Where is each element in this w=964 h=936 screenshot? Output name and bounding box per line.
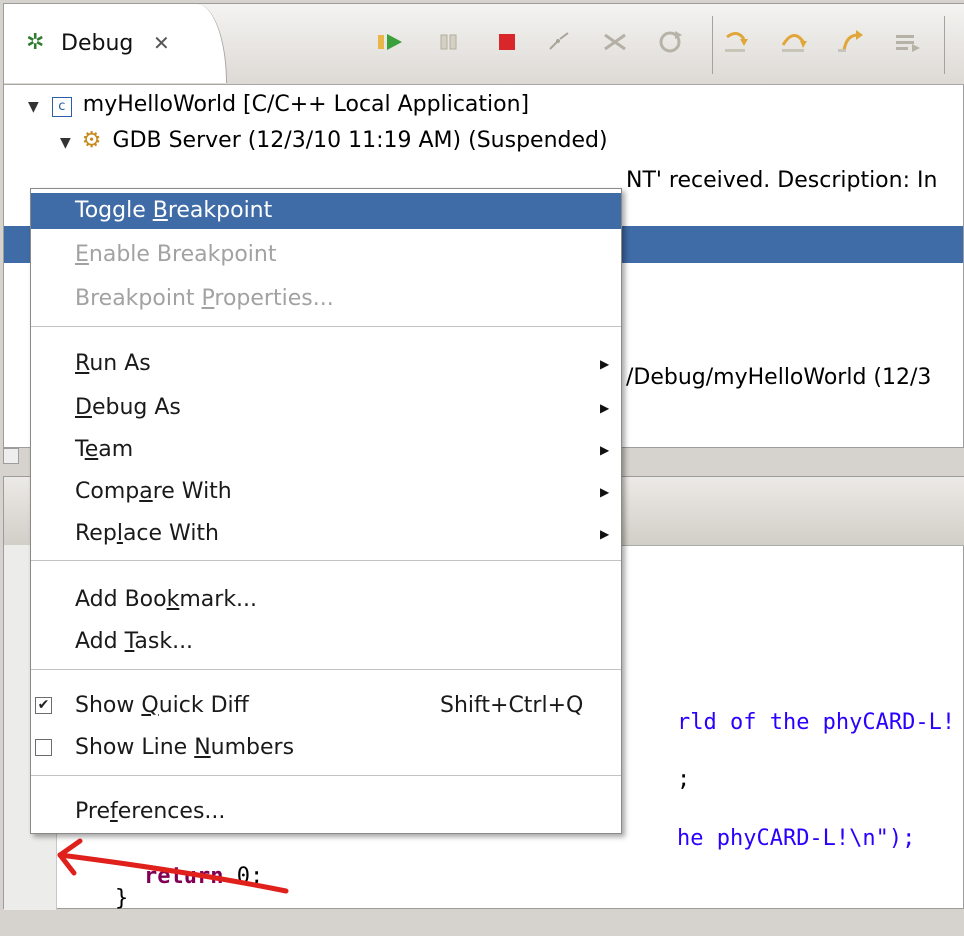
menu-item-label: Team: [75, 437, 134, 462]
close-tab-icon[interactable]: ✕: [153, 31, 170, 55]
step-over-icon[interactable]: [779, 27, 809, 57]
suspend-icon[interactable]: [434, 27, 464, 57]
minimized-view-stub: [3, 448, 19, 464]
menu-item-show-line-numbers[interactable]: Show Line Numbers: [31, 730, 621, 766]
tab-debug-label: Debug: [61, 31, 134, 56]
menu-item-preferences[interactable]: Preferences...: [31, 794, 621, 830]
expand-toggle-icon[interactable]: ▼: [28, 99, 39, 115]
debug-view-toolbar: ✲ Debug ✕: [4, 4, 964, 85]
step-return-icon[interactable]: [836, 27, 866, 57]
expand-toggle-icon[interactable]: ▼: [60, 135, 71, 151]
menu-separator: [31, 775, 621, 776]
ruler-context-menu: Toggle Breakpoint Enable Breakpoint Brea…: [30, 188, 622, 834]
checkbox-unchecked-icon[interactable]: [35, 739, 52, 756]
string-literal: rld of the phyCARD-L!: [676, 710, 956, 735]
tab-debug[interactable]: ✲ Debug ✕: [4, 4, 227, 83]
c-application-icon: c: [51, 97, 72, 117]
menu-item-label: Run As: [75, 351, 151, 376]
tree-item-launch-label: myHelloWorld [C/C++ Local Application]: [82, 92, 530, 117]
debug-perspective-icon: ✲: [26, 30, 45, 55]
menu-item-label: Show Quick Diff: [75, 693, 249, 718]
resume-icon[interactable]: [376, 27, 406, 57]
menu-item-toggle-breakpoint[interactable]: Toggle Breakpoint: [31, 193, 621, 229]
menu-item-shortcut: Shift+Ctrl+Q: [440, 693, 584, 718]
menu-item-label: Debug As: [75, 395, 181, 420]
menu-item-label: Replace With: [75, 521, 219, 546]
menu-item-run-as[interactable]: Run As ▶: [31, 346, 621, 382]
drop-to-frame-icon[interactable]: [892, 27, 922, 57]
tree-item-process[interactable]: /Debug/myHelloWorld (12/3: [626, 360, 931, 396]
tree-item-thread[interactable]: NT' received. Description: In: [626, 163, 937, 199]
submenu-arrow-icon: ▶: [600, 485, 610, 499]
menu-item-breakpoint-properties[interactable]: Breakpoint Properties...: [31, 281, 621, 317]
code-line: he phyCARD-L!\n");: [624, 801, 915, 876]
checkbox-checked-icon[interactable]: ✔: [35, 697, 52, 714]
gdb-server-icon: ⚙: [81, 128, 102, 153]
toolbar-separator: [944, 16, 945, 74]
step-into-icon[interactable]: [722, 27, 752, 57]
menu-item-replace-with[interactable]: Replace With ▶: [31, 516, 621, 552]
submenu-arrow-icon: ▶: [600, 443, 610, 457]
menu-item-label: Preferences...: [75, 799, 226, 824]
menu-item-label: Add Bookmark...: [75, 587, 258, 612]
submenu-arrow-icon: ▶: [600, 527, 610, 541]
annotation-arrow: [57, 838, 289, 894]
menu-separator: [31, 669, 621, 670]
menu-separator: [31, 560, 621, 561]
menu-item-label: Add Task...: [75, 629, 194, 654]
menu-item-add-task[interactable]: Add Task...: [31, 624, 621, 660]
disconnect-icon[interactable]: [544, 27, 574, 57]
menu-item-label: Show Line Numbers: [75, 735, 295, 760]
tree-item-debugger[interactable]: ▼ ⚙ GDB Server (12/3/10 11:19 AM) (Suspe…: [60, 123, 608, 159]
tree-item-launch[interactable]: ▼ c myHelloWorld [C/C++ Local Applicatio…: [28, 87, 529, 123]
relaunch-icon[interactable]: [655, 27, 685, 57]
menu-item-label: Breakpoint Properties...: [75, 286, 334, 311]
menu-item-team[interactable]: Team ▶: [31, 432, 621, 468]
string-literal: he phyCARD-L!\n");: [676, 826, 916, 851]
tree-item-debugger-label: GDB Server (12/3/10 11:19 AM) (Suspended…: [112, 128, 608, 153]
menu-item-label: Enable Breakpoint: [75, 242, 277, 267]
menu-item-show-quick-diff[interactable]: ✔ Show Quick Diff Shift+Ctrl+Q: [31, 688, 621, 724]
menu-item-add-bookmark[interactable]: Add Bookmark...: [31, 582, 621, 618]
menu-separator: [31, 326, 621, 327]
submenu-arrow-icon: ▶: [600, 357, 610, 371]
menu-item-label: Compare With: [75, 479, 232, 504]
submenu-arrow-icon: ▶: [600, 401, 610, 415]
menu-item-enable-breakpoint[interactable]: Enable Breakpoint: [31, 237, 621, 273]
menu-item-label: Toggle Breakpoint: [75, 198, 273, 223]
remove-terminated-icon[interactable]: [600, 27, 630, 57]
tree-item-thread-label: NT' received. Description: In: [626, 168, 938, 193]
menu-item-debug-as[interactable]: Debug As ▶: [31, 390, 621, 426]
menu-item-compare-with[interactable]: Compare With ▶: [31, 474, 621, 510]
tree-item-process-label: /Debug/myHelloWorld (12/3: [626, 365, 932, 390]
terminate-icon[interactable]: [492, 27, 522, 57]
toolbar-separator: [712, 16, 713, 74]
